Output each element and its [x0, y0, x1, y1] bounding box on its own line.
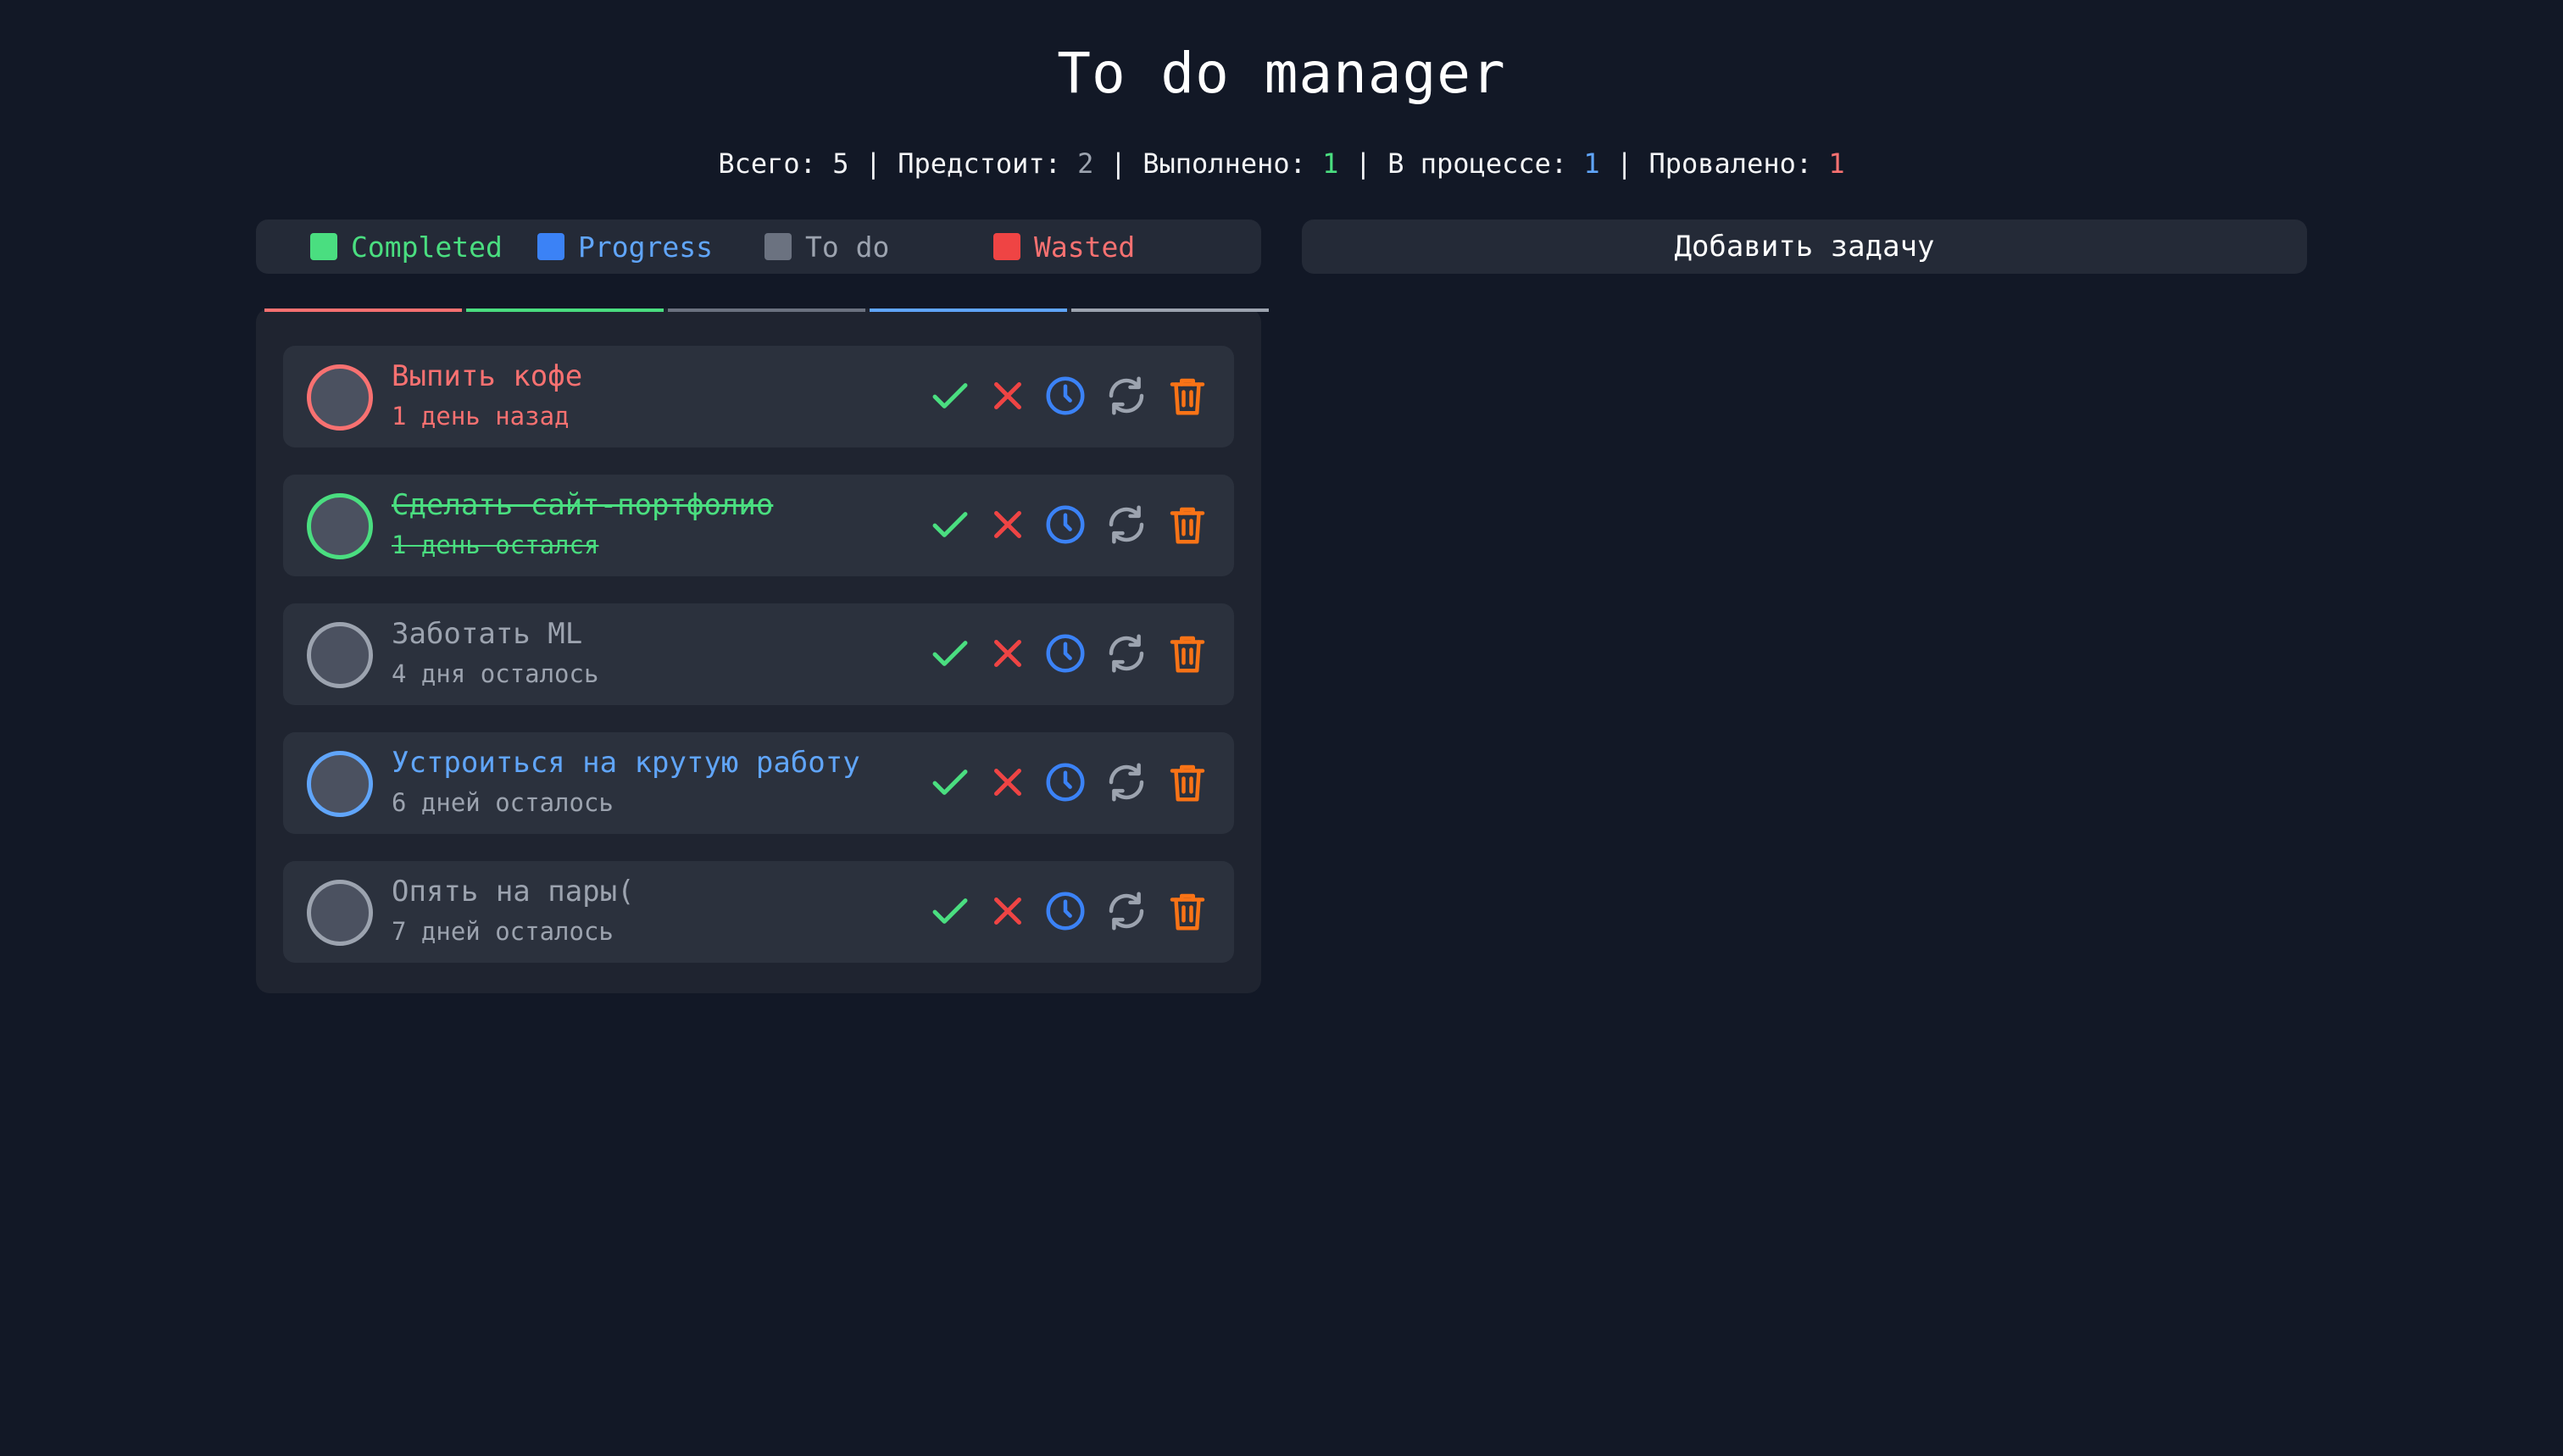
legend-label: Wasted	[1034, 230, 1136, 264]
x-icon[interactable]	[985, 888, 1031, 934]
trash-icon[interactable]	[1165, 502, 1210, 547]
x-icon[interactable]	[985, 631, 1031, 676]
refresh-icon[interactable]	[1104, 631, 1149, 676]
stats-failed-value: 1	[1828, 147, 1845, 180]
check-icon[interactable]	[927, 373, 973, 419]
check-icon[interactable]	[927, 759, 973, 805]
trash-icon[interactable]	[1165, 631, 1210, 676]
task-status-circle[interactable]	[307, 364, 373, 431]
progress-segment	[264, 308, 462, 312]
legend-swatch	[310, 233, 337, 260]
stats-bar: Всего: 5 | Предстоит: 2 | Выполнено: 1 |…	[0, 147, 2563, 180]
progress-segment	[870, 308, 1067, 312]
legend-completed[interactable]: Completed	[310, 220, 503, 274]
task-deadline: 4 дня осталось	[392, 659, 599, 688]
task-deadline: 7 дней осталось	[392, 917, 614, 946]
legend-swatch	[993, 233, 1020, 260]
clock-icon[interactable]	[1042, 759, 1088, 805]
stats-done-value: 1	[1322, 147, 1339, 180]
legend-label: Completed	[351, 230, 503, 264]
stats-total-value: 5	[832, 147, 849, 180]
trash-icon[interactable]	[1165, 759, 1210, 805]
task-title: Заботать ML	[392, 617, 583, 651]
legend-swatch	[764, 233, 792, 260]
task-title: Устроиться на крутую работу	[392, 746, 860, 780]
refresh-icon[interactable]	[1104, 373, 1149, 419]
task-item[interactable]: Опять на пары( 7 дней осталось	[283, 861, 1234, 963]
stats-progress-value: 1	[1583, 147, 1600, 180]
task-item[interactable]: Устроиться на крутую работу 6 дней остало…	[283, 732, 1234, 834]
clock-icon[interactable]	[1042, 502, 1088, 547]
page-title: To do manager	[1057, 41, 1506, 106]
refresh-icon[interactable]	[1104, 759, 1149, 805]
task-status-circle[interactable]	[307, 751, 373, 817]
legend-wasted[interactable]: Wasted	[993, 220, 1135, 274]
stats-upcoming-label: Предстоит:	[898, 147, 1061, 180]
trash-icon[interactable]	[1165, 888, 1210, 934]
legend-label: Progress	[578, 230, 713, 264]
stats-separator: |	[1109, 147, 1126, 180]
progress-segment	[668, 308, 865, 312]
legend-swatch	[537, 233, 564, 260]
task-item[interactable]: Заботать ML 4 дня осталось	[283, 603, 1234, 705]
check-icon[interactable]	[927, 502, 973, 547]
task-item[interactable]: Выпить кофе 1 день назад	[283, 346, 1234, 447]
stats-done-label: Выполнено:	[1143, 147, 1306, 180]
refresh-icon[interactable]	[1104, 502, 1149, 547]
legend-label: To do	[805, 230, 890, 264]
refresh-icon[interactable]	[1104, 888, 1149, 934]
stats-failed-label: Провалено:	[1648, 147, 1813, 180]
task-deadline: 1 день остался	[392, 531, 599, 559]
stats-progress-label: В процессе:	[1387, 147, 1568, 180]
stats-upcoming-value: 2	[1077, 147, 1094, 180]
task-title: Сделать сайт-портфолио	[392, 488, 774, 522]
add-task-button[interactable]: Добавить задачу	[1302, 220, 2307, 274]
legend: Completed Progress To do Wasted	[256, 220, 1261, 274]
stats-total-label: Всего:	[718, 147, 816, 180]
legend-progress[interactable]: Progress	[537, 220, 713, 274]
clock-icon[interactable]	[1042, 888, 1088, 934]
progress-segment	[1071, 308, 1269, 312]
task-deadline: 1 день назад	[392, 402, 570, 431]
task-list-panel: Выпить кофе 1 день назад Сделать сайт-порт…	[256, 308, 1269, 993]
task-deadline: 6 дней осталось	[392, 788, 614, 817]
check-icon[interactable]	[927, 888, 973, 934]
task-title: Опять на пары(	[392, 875, 635, 909]
progress-segment	[466, 308, 664, 312]
task-status-circle[interactable]	[307, 880, 373, 946]
stats-separator: |	[1354, 147, 1371, 180]
clock-icon[interactable]	[1042, 631, 1088, 676]
x-icon[interactable]	[985, 373, 1031, 419]
task-title: Выпить кофе	[392, 359, 583, 393]
task-status-circle[interactable]	[307, 622, 373, 688]
task-status-circle[interactable]	[307, 493, 373, 559]
trash-icon[interactable]	[1165, 373, 1210, 419]
stats-separator: |	[865, 147, 881, 180]
legend-todo[interactable]: To do	[764, 220, 889, 274]
x-icon[interactable]	[985, 502, 1031, 547]
check-icon[interactable]	[927, 631, 973, 676]
clock-icon[interactable]	[1042, 373, 1088, 419]
x-icon[interactable]	[985, 759, 1031, 805]
stats-separator: |	[1615, 147, 1633, 180]
task-item[interactable]: Сделать сайт-портфолио 1 день остался	[283, 475, 1234, 576]
